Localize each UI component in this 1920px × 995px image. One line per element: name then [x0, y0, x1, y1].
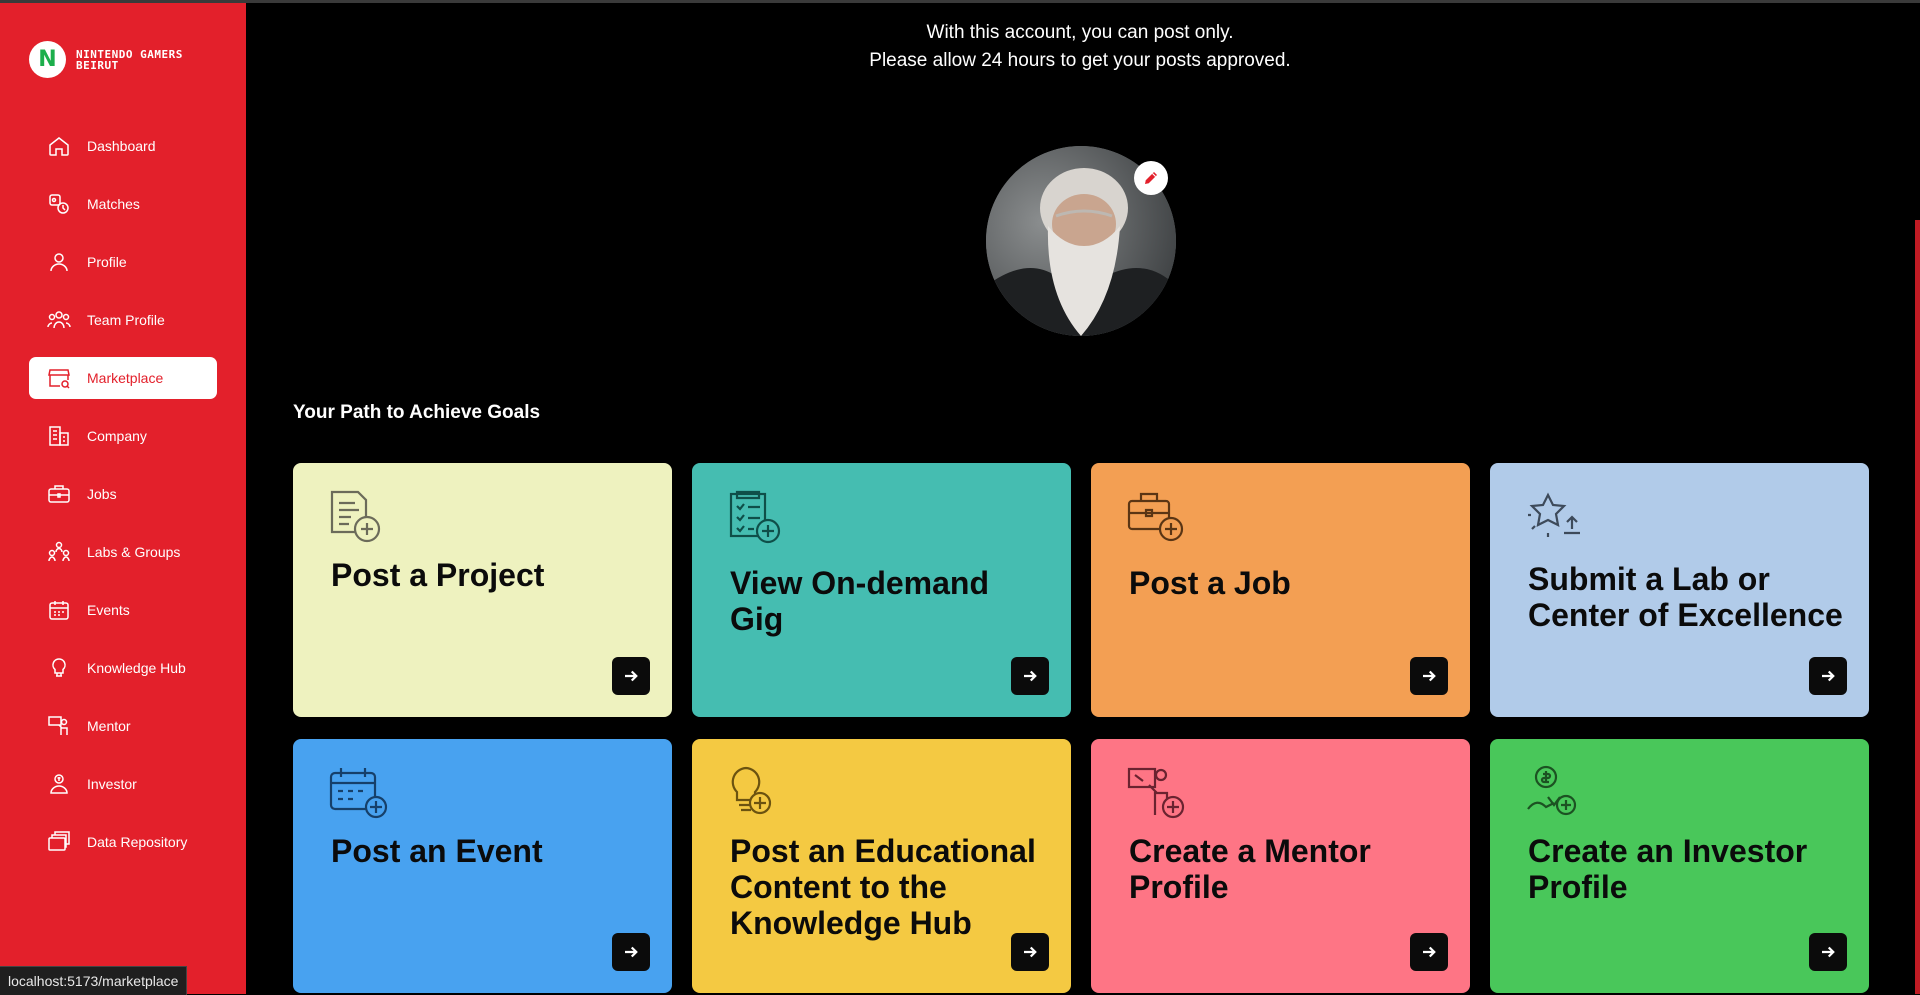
investor-icon [50, 774, 68, 794]
arrow-right-icon [1423, 946, 1436, 958]
investor-add-icon [1527, 765, 1577, 816]
scrollbar-thumb[interactable] [1915, 220, 1920, 994]
posting-notice: With this account, you can post only. Pl… [246, 19, 1914, 75]
home-icon [49, 137, 69, 156]
edit-avatar-button[interactable] [1134, 161, 1168, 195]
card-post-educational-content[interactable]: Post an Educational Content to the Knowl… [692, 739, 1071, 993]
sidebar-item-label: Events [87, 602, 130, 618]
sidebar-item-data-repository[interactable]: Data Repository [29, 821, 217, 863]
sidebar-item-events[interactable]: Events [29, 589, 217, 631]
sidebar-item-label: Matches [87, 196, 140, 212]
sidebar-item-jobs[interactable]: Jobs [29, 473, 217, 515]
card-title: Post a Job [1129, 565, 1291, 601]
lightbulb-icon [52, 658, 66, 677]
card-post-event[interactable]: Post an Event [293, 739, 672, 993]
pencil-icon [1145, 172, 1157, 184]
arrow-right-icon [1024, 946, 1037, 958]
brand-badge: N [29, 41, 66, 78]
matches-icon [49, 194, 69, 214]
arrow-right-button[interactable] [1410, 933, 1448, 971]
sidebar-item-label: Knowledge Hub [87, 660, 186, 676]
arrow-right-icon [1822, 946, 1835, 958]
sidebar-item-marketplace[interactable]: Marketplace [29, 357, 217, 399]
arrow-right-button[interactable] [1011, 933, 1049, 971]
arrow-right-button[interactable] [1410, 657, 1448, 695]
arrow-right-icon [1822, 670, 1835, 682]
sidebar-item-label: Marketplace [87, 370, 164, 386]
arrow-right-button[interactable] [612, 933, 650, 971]
briefcase-icon [48, 485, 70, 503]
sidebar-nav: Dashboard Matches Profile Team Profile M… [29, 125, 217, 879]
sidebar-item-matches[interactable]: Matches [29, 183, 217, 225]
calendar-add-icon [329, 768, 388, 819]
card-post-job[interactable]: Post a Job [1091, 463, 1470, 717]
sidebar-item-label: Labs & Groups [87, 544, 181, 560]
lightbulb-add-icon [731, 766, 772, 815]
card-create-investor-profile[interactable]: Create an Investor Profile [1490, 739, 1869, 993]
status-bar-url: localhost:5173/marketplace [0, 966, 188, 995]
sidebar-item-label: Dashboard [87, 138, 156, 154]
card-title: Create an Investor Profile [1528, 833, 1808, 905]
section-title: Your Path to Achieve Goals [293, 402, 541, 423]
card-title: Create a Mentor Profile [1129, 833, 1371, 905]
card-submit-lab[interactable]: Submit a Lab or Center of Excellence [1490, 463, 1869, 717]
arrow-right-button[interactable] [1809, 657, 1847, 695]
sidebar-item-profile[interactable]: Profile [29, 241, 217, 283]
sidebar-item-mentor[interactable]: Mentor [29, 705, 217, 747]
arrow-right-icon [1024, 670, 1037, 682]
sidebar-item-label: Company [87, 428, 147, 444]
sidebar-item-investor[interactable]: Investor [29, 763, 217, 805]
sidebar-item-label: Team Profile [87, 312, 165, 328]
sidebar-item-team-profile[interactable]: Team Profile [29, 299, 217, 341]
sidebar-item-label: Profile [87, 254, 127, 270]
building-icon [49, 426, 69, 446]
card-create-mentor-profile[interactable]: Create a Mentor Profile [1091, 739, 1470, 993]
sidebar-item-label: Data Repository [87, 834, 188, 850]
card-title: Post a Project [331, 557, 545, 593]
main-content: With this account, you can post only. Pl… [246, 3, 1920, 994]
notice-line-1: With this account, you can post only. [926, 22, 1234, 43]
checklist-add-icon [729, 490, 781, 544]
arrow-right-icon [625, 670, 638, 682]
card-view-gig[interactable]: View On-demand Gig [692, 463, 1071, 717]
arrow-right-icon [625, 946, 638, 958]
star-upload-icon [1528, 492, 1580, 537]
team-icon [47, 311, 71, 329]
folders-icon [48, 831, 70, 851]
sidebar-item-label: Jobs [87, 486, 117, 502]
sidebar-item-labs-groups[interactable]: Labs & Groups [29, 531, 217, 573]
card-title: Submit a Lab or Center of Excellence [1528, 561, 1843, 633]
card-title: Post an Event [331, 833, 543, 869]
sidebar: N NINTENDO GAMERS BEIRUT Dashboard Match… [0, 3, 246, 994]
presenter-add-icon [1127, 767, 1185, 819]
arrow-right-button[interactable] [612, 657, 650, 695]
card-title: View On-demand Gig [730, 565, 990, 637]
brand-logo[interactable]: N NINTENDO GAMERS BEIRUT [29, 41, 216, 78]
card-title: Post an Educational Content to the Knowl… [730, 833, 1036, 941]
document-add-icon [330, 490, 381, 543]
sidebar-item-dashboard[interactable]: Dashboard [29, 125, 217, 167]
briefcase-add-icon [1127, 492, 1184, 542]
sidebar-item-company[interactable]: Company [29, 415, 217, 457]
store-icon [48, 369, 70, 389]
user-icon [50, 253, 68, 272]
arrow-right-icon [1423, 670, 1436, 682]
notice-line-2: Please allow 24 hours to get your posts … [869, 50, 1291, 71]
card-post-project[interactable]: Post a Project [293, 463, 672, 717]
brand-name: NINTENDO GAMERS BEIRUT [76, 47, 183, 72]
sidebar-item-knowledge-hub[interactable]: Knowledge Hub [29, 647, 217, 689]
sidebar-item-label: Investor [87, 776, 137, 792]
arrow-right-button[interactable] [1011, 657, 1049, 695]
sidebar-item-label: Mentor [87, 718, 131, 734]
arrow-right-button[interactable] [1809, 933, 1847, 971]
calendar-icon [49, 601, 69, 620]
groups-icon [48, 541, 70, 562]
mentor-icon [48, 716, 68, 735]
